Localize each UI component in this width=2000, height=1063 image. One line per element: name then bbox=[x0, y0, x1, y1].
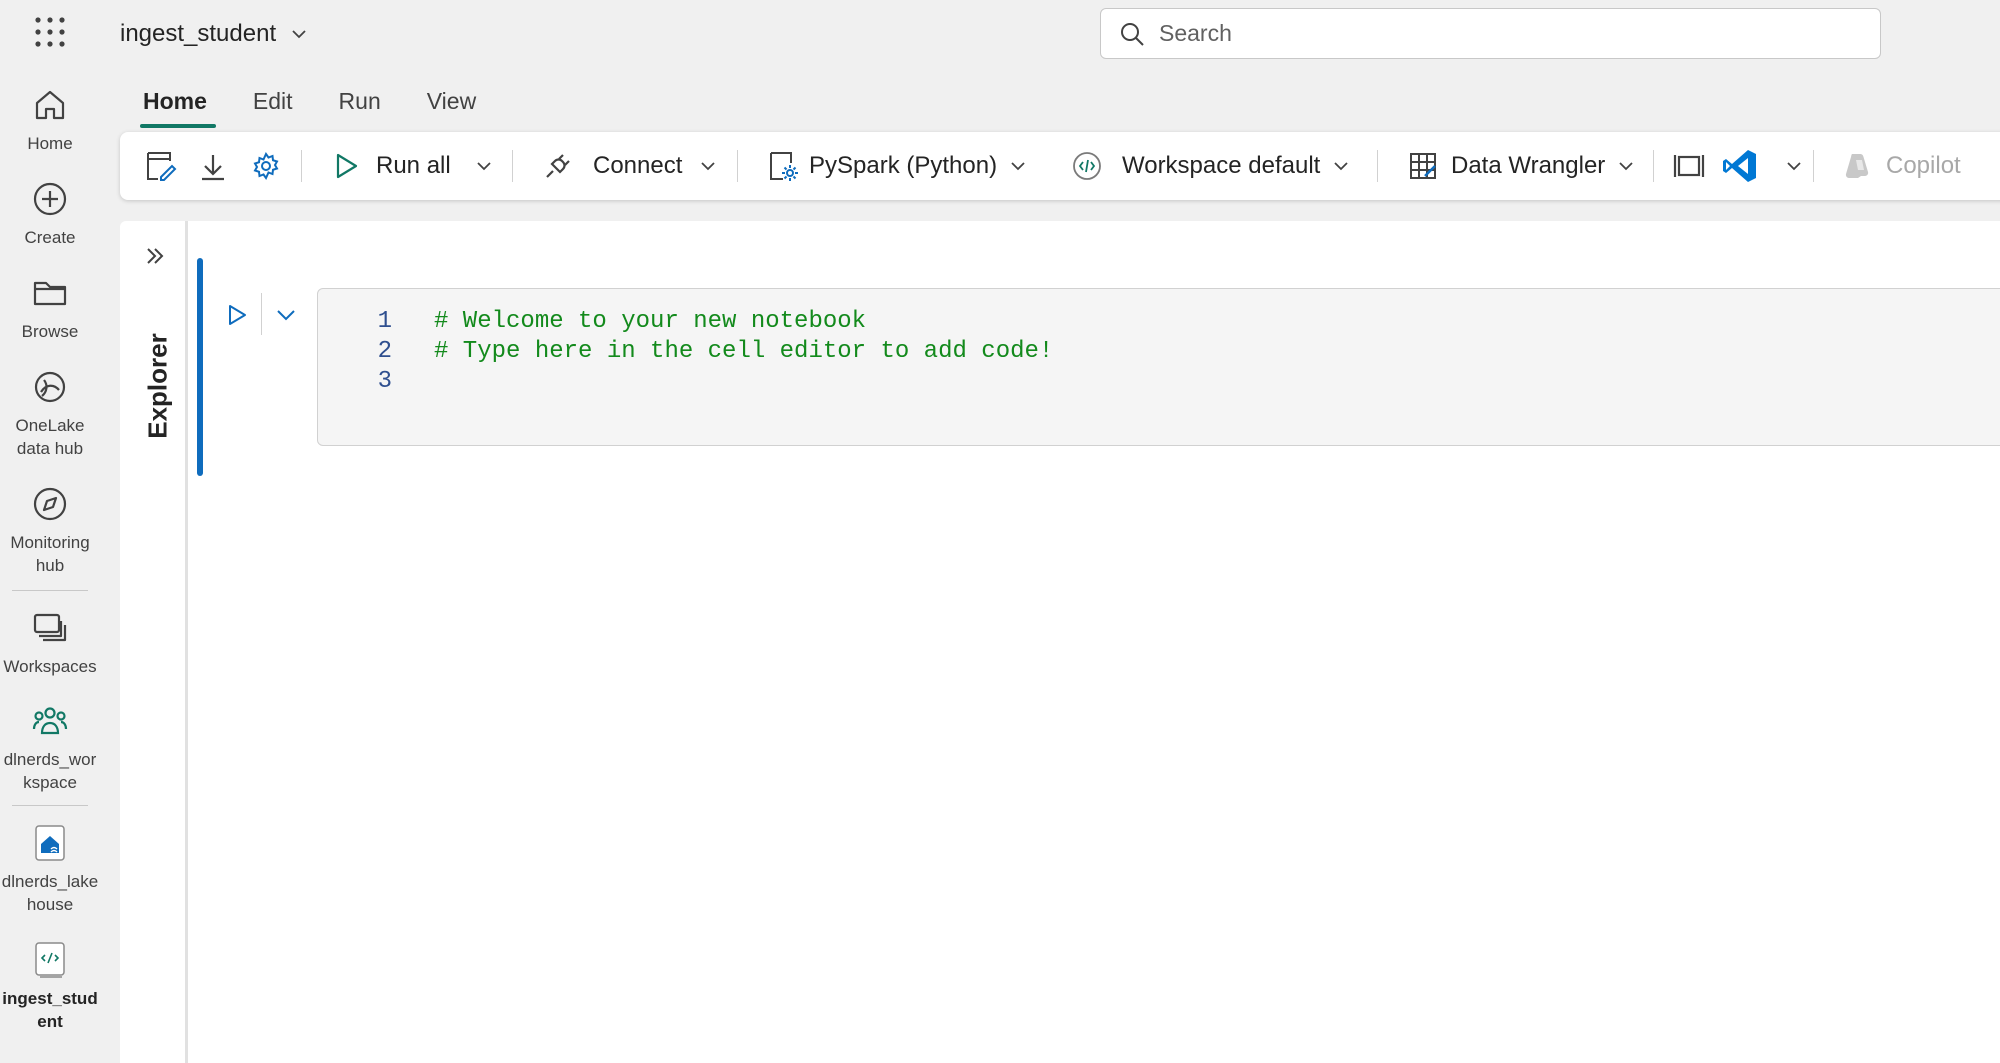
notebook-icon bbox=[35, 942, 65, 978]
chevron-down-icon bbox=[1787, 162, 1801, 171]
chevron-down-icon bbox=[477, 162, 491, 171]
line-number: 2 bbox=[377, 338, 392, 365]
language-dropdown[interactable]: PySpark (Python) bbox=[767, 132, 1027, 200]
search-icon bbox=[1121, 22, 1144, 46]
toolbar-divider bbox=[1653, 150, 1654, 182]
chevron-down-icon bbox=[701, 162, 715, 171]
search-box[interactable] bbox=[1100, 8, 1881, 59]
environment-dropdown[interactable]: Workspace default bbox=[1072, 132, 1350, 200]
toolbar-divider bbox=[1813, 150, 1814, 182]
tab-edit[interactable]: Edit bbox=[230, 82, 316, 128]
data-wrangler-icon bbox=[1410, 153, 1436, 179]
chevron-down-icon bbox=[292, 30, 306, 39]
run-all-dropdown[interactable] bbox=[475, 132, 493, 200]
collapse-cell-button[interactable] bbox=[272, 301, 300, 329]
code-cell-editor[interactable]: 1 # Welcome to your new notebook 2 # Typ… bbox=[317, 288, 2000, 446]
workspaces-icon bbox=[33, 613, 67, 642]
toolbar: Run all Connect PySpark (Python) Workspa… bbox=[120, 132, 2000, 200]
download-icon bbox=[202, 155, 224, 181]
notebook-canvas: Explorer 1 # Welcome to your new noteboo… bbox=[120, 221, 2000, 1063]
vscode-icon bbox=[1723, 150, 1756, 182]
plug-icon bbox=[546, 154, 570, 178]
active-cell-indicator bbox=[197, 258, 203, 476]
line-number: 3 bbox=[377, 368, 392, 395]
language-settings-icon bbox=[770, 152, 798, 181]
rail-item-home[interactable]: Home bbox=[0, 86, 100, 155]
ribbon-tabs: Home Edit Run View bbox=[120, 82, 499, 128]
lakehouse-icon bbox=[35, 825, 65, 861]
data-wrangler-dropdown[interactable]: Data Wrangler bbox=[1407, 132, 1635, 200]
app-launcher-icon[interactable] bbox=[34, 16, 66, 48]
rail-item-onelake-data-hub[interactable]: OneLake data hub bbox=[0, 368, 100, 460]
rail-item-dlnerds-workspace[interactable]: dlnerds_wor kspace bbox=[0, 702, 100, 794]
double-chevron-right-icon bbox=[147, 248, 164, 264]
rail-item-dlnerds-lakehouse[interactable]: dlnerds_lake house bbox=[0, 824, 100, 916]
rail-item-workspaces[interactable]: Workspaces bbox=[0, 609, 100, 678]
toolbar-divider bbox=[737, 150, 738, 182]
play-icon bbox=[336, 153, 358, 179]
play-icon bbox=[229, 305, 246, 325]
expand-explorer-button[interactable] bbox=[142, 243, 168, 269]
environment-icon bbox=[1073, 152, 1101, 180]
chevron-down-icon bbox=[1619, 162, 1633, 171]
rail-item-create[interactable]: Create bbox=[0, 180, 100, 249]
tab-home[interactable]: Home bbox=[120, 82, 230, 128]
top-bar: ingest_student bbox=[0, 0, 2000, 72]
cell-toolbar-divider bbox=[261, 293, 262, 335]
toolbar-divider bbox=[512, 150, 513, 182]
plus-circle-icon bbox=[33, 182, 67, 216]
home-icon bbox=[35, 90, 65, 120]
toolbar-divider bbox=[301, 150, 302, 182]
left-nav-rail: Home Create Browse OneLake data hub Moni… bbox=[0, 72, 100, 1063]
rail-divider bbox=[12, 590, 88, 591]
compass-icon bbox=[33, 487, 67, 521]
copilot-button[interactable]: Copilot bbox=[1842, 132, 1961, 200]
people-icon bbox=[32, 707, 68, 735]
chevron-down-icon bbox=[1334, 162, 1348, 171]
rail-item-ingest-student[interactable]: ingest_stud ent bbox=[0, 941, 100, 1033]
connect-dropdown[interactable] bbox=[699, 132, 717, 200]
open-in-vscode-button[interactable] bbox=[1722, 132, 1758, 200]
fullscreen-icon bbox=[1673, 155, 1705, 177]
code-line: 3 bbox=[318, 367, 434, 397]
vscode-dropdown[interactable] bbox=[1785, 132, 1803, 200]
explorer-label[interactable]: Explorer bbox=[143, 333, 174, 439]
rail-item-monitoring-hub[interactable]: Monitoring hub bbox=[0, 485, 100, 577]
run-all-button[interactable]: Run all bbox=[332, 132, 451, 200]
gear-icon bbox=[253, 152, 279, 180]
rail-divider bbox=[12, 805, 88, 806]
code-line: 2 # Type here in the cell editor to add … bbox=[318, 337, 1054, 367]
copilot-icon bbox=[1845, 154, 1869, 178]
notebook-title-dropdown[interactable]: ingest_student bbox=[120, 18, 308, 50]
line-number: 1 bbox=[377, 308, 392, 335]
connect-button[interactable]: Connect bbox=[543, 132, 682, 200]
edit-notebook-button[interactable] bbox=[144, 132, 178, 200]
code-line: 1 # Welcome to your new notebook bbox=[318, 307, 866, 337]
settings-button[interactable] bbox=[251, 132, 281, 200]
onelake-icon bbox=[34, 371, 66, 403]
notebook-title: ingest_student bbox=[120, 20, 277, 47]
code-text: # Type here in the cell editor to add co… bbox=[434, 338, 1054, 365]
tab-run[interactable]: Run bbox=[316, 82, 404, 128]
tab-view[interactable]: View bbox=[404, 82, 499, 128]
run-cell-button[interactable] bbox=[223, 301, 251, 329]
chevron-down-icon bbox=[277, 310, 295, 321]
rail-item-browse[interactable]: Browse bbox=[0, 274, 100, 343]
explorer-panel: Explorer bbox=[120, 221, 188, 1063]
focus-mode-button[interactable] bbox=[1673, 132, 1705, 200]
chevron-down-icon bbox=[1011, 162, 1025, 171]
toolbar-divider bbox=[1377, 150, 1378, 182]
folder-icon bbox=[33, 281, 67, 306]
download-button[interactable] bbox=[198, 132, 228, 200]
edit-notebook-icon bbox=[147, 152, 177, 181]
code-text: # Welcome to your new notebook bbox=[434, 308, 867, 335]
search-input[interactable] bbox=[1159, 20, 1880, 47]
